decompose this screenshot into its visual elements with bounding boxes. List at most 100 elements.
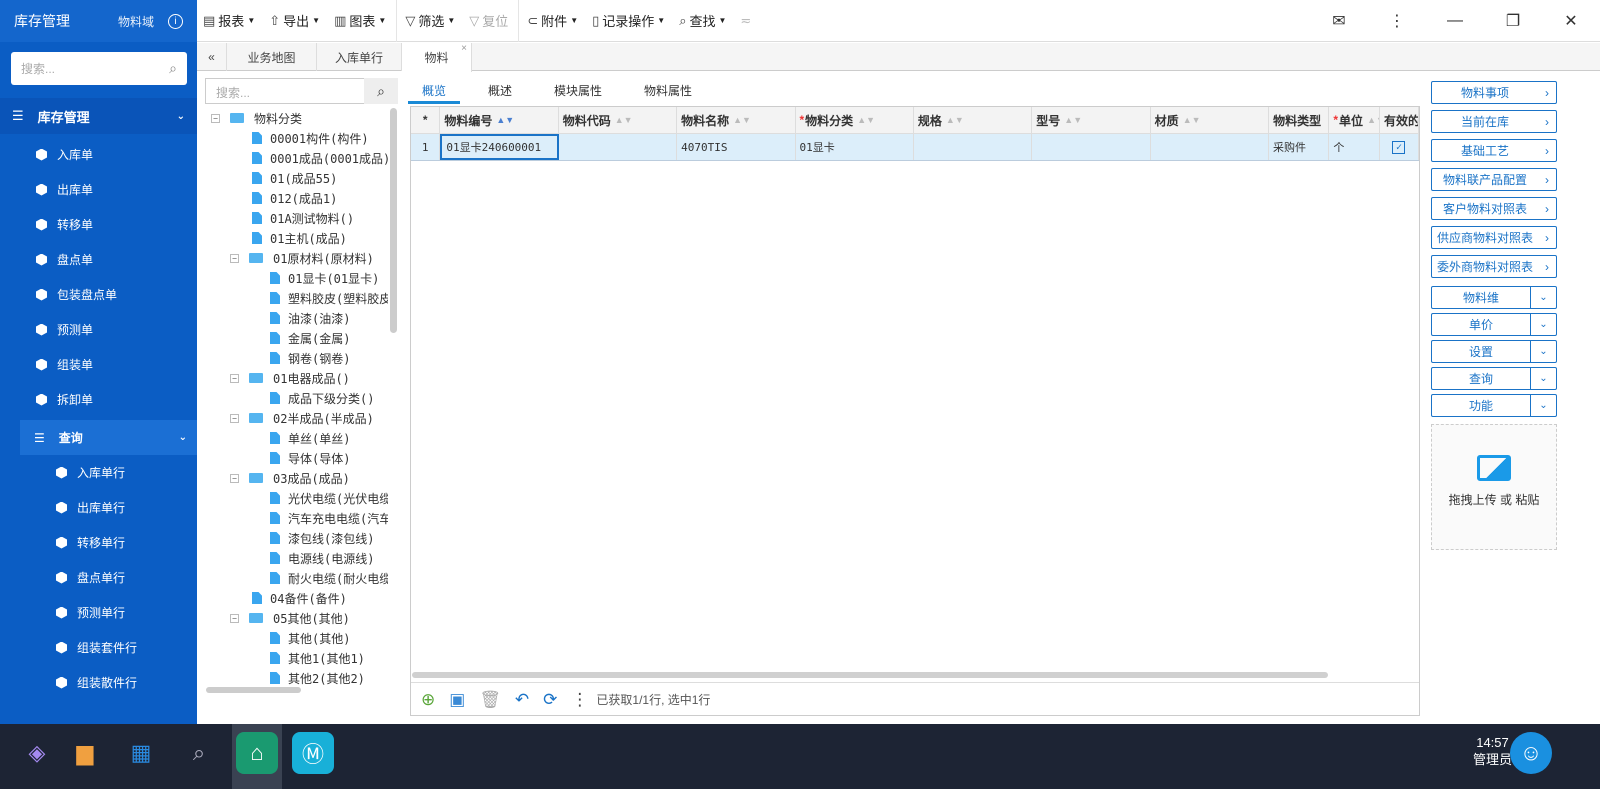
side-link-button[interactable]: 基础工艺 › <box>1431 139 1557 162</box>
sidebar-item[interactable]: 入库单 <box>0 137 197 172</box>
side-link-button[interactable]: 供应商物料对照表 › <box>1431 226 1557 249</box>
export-button[interactable]: ⇧ 导出 ▼ <box>269 11 320 30</box>
tree-node[interactable]: − 03成品(成品) <box>230 468 350 488</box>
subtab-description[interactable]: 概述 <box>474 78 526 104</box>
sort-icon[interactable]: ▲▼ <box>1064 115 1082 125</box>
side-link-button[interactable]: 客户物料对照表 › <box>1431 197 1557 220</box>
side-link-button[interactable]: 物料联产品配置 › <box>1431 168 1557 191</box>
tree-node[interactable]: 04备件(备件) <box>252 588 347 608</box>
tree-node[interactable]: 其他2(其他2) <box>270 668 365 688</box>
report-button[interactable]: ▤ 报表 ▼ <box>203 11 255 30</box>
dropdown-button[interactable]: 功能 ⌄ <box>1431 394 1557 417</box>
collapse-icon[interactable]: − <box>230 253 239 263</box>
tree-node[interactable]: 01A测试物料() <box>252 208 354 228</box>
collapse-toolbar-icon[interactable]: ≂ <box>740 13 751 29</box>
sidebar-subitem[interactable]: 出库单行 <box>0 490 197 525</box>
tree-node[interactable]: 塑料胶皮(塑料胶皮) <box>270 288 388 308</box>
tree-vertical-scrollbar[interactable] <box>390 108 397 333</box>
file-manager-icon[interactable]: ▆ <box>64 732 106 774</box>
sidebar-subitem[interactable]: 入库单行 <box>0 455 197 490</box>
more-icon[interactable]: ⋮ <box>571 690 588 710</box>
dropdown-button[interactable]: 查询 ⌄ <box>1431 367 1557 390</box>
search-icon[interactable]: ⌕ <box>178 732 220 774</box>
tree-search-button[interactable]: ⌕ <box>364 78 398 104</box>
undo-icon[interactable]: ↶ <box>515 690 529 710</box>
find-button[interactable]: ⌕ 查找 ▼ <box>679 11 726 30</box>
sidebar-subitem[interactable]: 盘点单行 <box>0 560 197 595</box>
sidebar-section-inventory[interactable]: ☰ 库存管理 ⌄ <box>0 98 197 134</box>
column-header[interactable]: 物料编号 ▲▼ <box>440 107 559 133</box>
tree-node[interactable]: 汽车充电电缆(汽车充电电缆) <box>270 508 388 528</box>
tree-node[interactable]: 钢卷(钢卷) <box>270 348 350 368</box>
tree-root[interactable]: − 物料分类 <box>211 108 302 128</box>
close-icon[interactable]: ✕ <box>1542 11 1600 31</box>
column-header[interactable]: 有效的 <box>1380 107 1420 133</box>
tab-material[interactable]: 物料 × <box>402 43 472 72</box>
tree-search-input[interactable]: 搜索... <box>205 78 365 104</box>
image-upload-area[interactable]: 拖拽上传 或 粘贴 <box>1431 424 1557 550</box>
windows-icon[interactable]: ▦ <box>120 732 162 774</box>
table-cell[interactable] <box>914 134 1033 160</box>
tree-node[interactable]: − 05其他(其他) <box>230 608 350 628</box>
table-row[interactable]: 1 01显卡240600001 4070TIS 01显卡 采购件个 ✓ <box>411 134 1419 161</box>
column-header[interactable]: 型号 ▲▼ <box>1032 107 1151 133</box>
tree-node[interactable]: 012(成品1) <box>252 188 337 208</box>
table-cell[interactable]: 01显卡 <box>796 134 914 160</box>
refresh-icon[interactable]: ⟳ <box>543 690 557 710</box>
chevron-down-icon[interactable]: ⌄ <box>1530 341 1556 362</box>
collapse-icon[interactable]: − <box>230 413 239 423</box>
sidebar-subitem[interactable]: 组装套件行 <box>0 630 197 665</box>
sidebar-item[interactable]: 转移单 <box>0 207 197 242</box>
sort-icon[interactable]: ▲▼ <box>946 115 964 125</box>
tree-node[interactable]: 耐火电缆(耐火电缆) <box>270 568 388 588</box>
sort-icon[interactable]: ▲▼ <box>1367 115 1379 125</box>
table-cell[interactable] <box>1151 134 1270 160</box>
chevron-down-icon[interactable]: ⌄ <box>1530 287 1556 308</box>
mail-icon[interactable]: ✉ <box>1310 11 1368 31</box>
sidebar-subitem[interactable]: 转移单行 <box>0 525 197 560</box>
column-header[interactable]: 规格 ▲▼ <box>914 107 1033 133</box>
table-cell[interactable]: 采购件 <box>1269 134 1330 160</box>
more-icon[interactable]: ⋮ <box>1368 11 1426 31</box>
add-icon[interactable]: ⊕ <box>421 690 435 710</box>
close-tab-icon[interactable]: × <box>461 43 467 54</box>
sort-icon[interactable]: ▲▼ <box>857 115 875 125</box>
tree-node[interactable]: 0001成品(0001成品) <box>252 148 388 168</box>
sort-icon[interactable]: ▲▼ <box>615 115 633 125</box>
restore-icon[interactable]: ❐ <box>1484 11 1542 31</box>
filter-button[interactable]: ▽ 筛选 ▼ <box>405 11 455 30</box>
tree-node[interactable]: 其他(其他) <box>270 628 350 648</box>
tab-inbound-lines[interactable]: 入库单行 <box>317 43 402 71</box>
sidebar-item[interactable]: 包装盘点单 <box>0 277 197 312</box>
tree-node[interactable]: 00001构件(构件) <box>252 128 369 148</box>
collapse-sidebar-button[interactable]: « <box>197 43 227 71</box>
save-icon[interactable]: ▣ <box>449 690 465 710</box>
domain-label[interactable]: 物料域 <box>118 13 154 30</box>
sidebar-subitem[interactable]: 预测单行 <box>0 595 197 630</box>
tree-node[interactable]: 成品下级分类() <box>270 388 374 408</box>
collapse-icon[interactable]: − <box>230 613 239 623</box>
tree-horizontal-scrollbar[interactable] <box>206 687 301 693</box>
inventory-app-icon[interactable]: ⌂ <box>236 732 278 774</box>
delete-icon[interactable]: 🗑 <box>479 690 501 710</box>
tree-node[interactable]: − 02半成品(半成品) <box>230 408 374 428</box>
minimize-icon[interactable]: — <box>1426 12 1484 30</box>
collapse-icon[interactable]: − <box>230 373 239 383</box>
dropdown-button[interactable]: 单价 ⌄ <box>1431 313 1557 336</box>
table-cell[interactable]: 个 <box>1329 134 1380 160</box>
tree-node[interactable]: − 01原材料(原材料) <box>230 248 374 268</box>
column-header[interactable]: * 物料分类 ▲▼ <box>796 107 914 133</box>
reset-button[interactable]: ▽ 复位 <box>469 11 508 30</box>
table-cell[interactable]: 4070TIS <box>677 134 796 160</box>
sidebar-search-input[interactable]: 搜索... ⌕ <box>11 52 187 85</box>
subtab-module-attrs[interactable]: 模块属性 <box>540 78 616 104</box>
tree-node[interactable]: 导体(导体) <box>270 448 350 468</box>
table-cell[interactable] <box>1032 134 1151 160</box>
tree-node[interactable]: 金属(金属) <box>270 328 350 348</box>
sidebar-item[interactable]: 盘点单 <box>0 242 197 277</box>
sidebar-item[interactable]: 组装单 <box>0 347 197 382</box>
tree-node[interactable]: 01显卡(01显卡) <box>270 268 379 288</box>
subtab-material-attrs[interactable]: 物料属性 <box>630 78 706 104</box>
table-cell[interactable]: 01显卡240600001 <box>440 134 559 160</box>
table-cell[interactable] <box>559 134 678 160</box>
